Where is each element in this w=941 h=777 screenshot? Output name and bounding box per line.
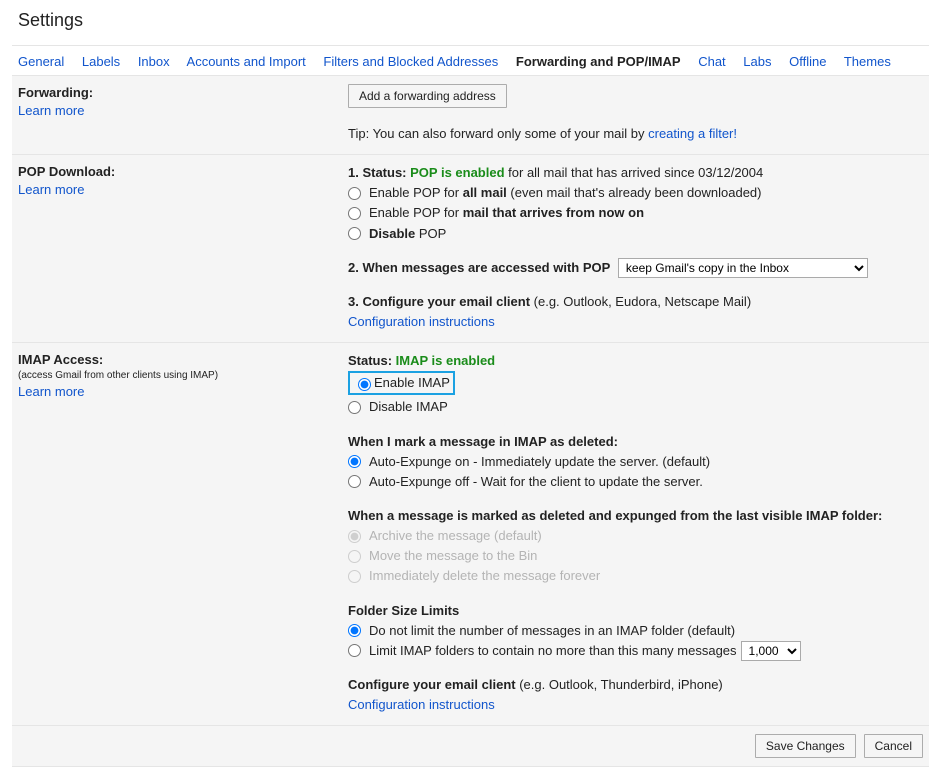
cancel-button[interactable]: Cancel [864,734,923,758]
imap-disable-label: Disable IMAP [369,397,448,417]
imap-expunge-on-label: Auto-Expunge on - Immediately update the… [369,452,710,472]
imap-radio-expunge-on[interactable] [348,455,361,468]
pop-title: POP Download: [18,164,115,179]
imap-folder-limits-header: Folder Size Limits [348,601,923,621]
save-button[interactable]: Save Changes [755,734,856,758]
tab-inbox[interactable]: Inbox [138,54,170,69]
add-forwarding-button[interactable]: Add a forwarding address [348,84,507,108]
pop-status-value: POP is enabled [410,165,504,180]
imap-status-prefix: Status: [348,353,396,368]
imap-learn-more[interactable]: Learn more [18,384,84,399]
footer-bar: Save Changes Cancel [12,726,929,766]
imap-deleteforever-label: Immediately delete the message forever [369,566,600,586]
pop-learn-more[interactable]: Learn more [18,182,84,197]
imap-expunged-header: When a message is marked as deleted and … [348,506,923,526]
imap-radio-enable[interactable] [358,378,371,391]
pop-config-instructions[interactable]: Configuration instructions [348,314,495,329]
imap-radio-nolimit[interactable] [348,624,361,637]
imap-archive-label: Archive the message (default) [369,526,542,546]
imap-nolimit-label: Do not limit the number of messages in a… [369,621,735,641]
tab-chat[interactable]: Chat [698,54,725,69]
imap-subtitle: (access Gmail from other clients using I… [18,369,336,383]
pop-accessed-label: 2. When messages are accessed with POP [348,260,610,275]
pop-radio-nowon[interactable] [348,207,361,220]
pop-radio-disable[interactable] [348,227,361,240]
forwarding-tip-link[interactable]: creating a filter! [648,126,737,141]
pop-status-prefix: 1. Status: [348,165,410,180]
tab-forwarding[interactable]: Forwarding and POP/IMAP [516,54,681,69]
tab-filters[interactable]: Filters and Blocked Addresses [323,54,498,69]
pop-configure-label: 3. Configure your email client [348,294,530,309]
imap-radio-deleteforever [348,570,361,583]
imap-radio-limit[interactable] [348,644,361,657]
imap-limit-select[interactable]: 1,000 [741,641,801,661]
section-forwarding: Forwarding: Learn more Add a forwarding … [12,76,929,155]
imap-radio-disable[interactable] [348,401,361,414]
imap-radio-expunge-off[interactable] [348,475,361,488]
imap-radio-archive [348,530,361,543]
imap-limit-label: Limit IMAP folders to contain no more th… [369,641,737,661]
tab-general[interactable]: General [18,54,64,69]
imap-enable-highlight: Enable IMAP [348,371,455,395]
tab-themes[interactable]: Themes [844,54,891,69]
pop-configure-eg: (e.g. Outlook, Eudora, Netscape Mail) [530,294,751,309]
imap-title: IMAP Access: [18,352,103,367]
imap-movebin-label: Move the message to the Bin [369,546,537,566]
forwarding-tip-text: Tip: You can also forward only some of y… [348,126,648,141]
pop-accessed-select[interactable]: keep Gmail's copy in the Inbox [618,258,868,278]
imap-status-value: IMAP is enabled [396,353,495,368]
imap-enable-label: Enable IMAP [374,373,450,393]
imap-config-instructions[interactable]: Configuration instructions [348,697,495,712]
forwarding-learn-more[interactable]: Learn more [18,103,84,118]
page-title: Settings [12,10,929,31]
imap-expunge-off-label: Auto-Expunge off - Wait for the client t… [369,472,703,492]
tab-bar: General Labels Inbox Accounts and Import… [12,45,929,75]
section-pop: POP Download: Learn more 1. Status: POP … [12,155,929,343]
forwarding-title: Forwarding: [18,85,93,100]
tab-offline[interactable]: Offline [789,54,826,69]
imap-mark-deleted-header: When I mark a message in IMAP as deleted… [348,432,923,452]
pop-radio-allmail[interactable] [348,187,361,200]
tab-accounts[interactable]: Accounts and Import [187,54,306,69]
tab-labels[interactable]: Labels [82,54,120,69]
settings-panel: Forwarding: Learn more Add a forwarding … [12,75,929,767]
tab-labs[interactable]: Labs [743,54,771,69]
imap-radio-movebin [348,550,361,563]
section-imap: IMAP Access: (access Gmail from other cl… [12,343,929,726]
pop-status-suffix: for all mail that has arrived since 03/1… [505,165,764,180]
